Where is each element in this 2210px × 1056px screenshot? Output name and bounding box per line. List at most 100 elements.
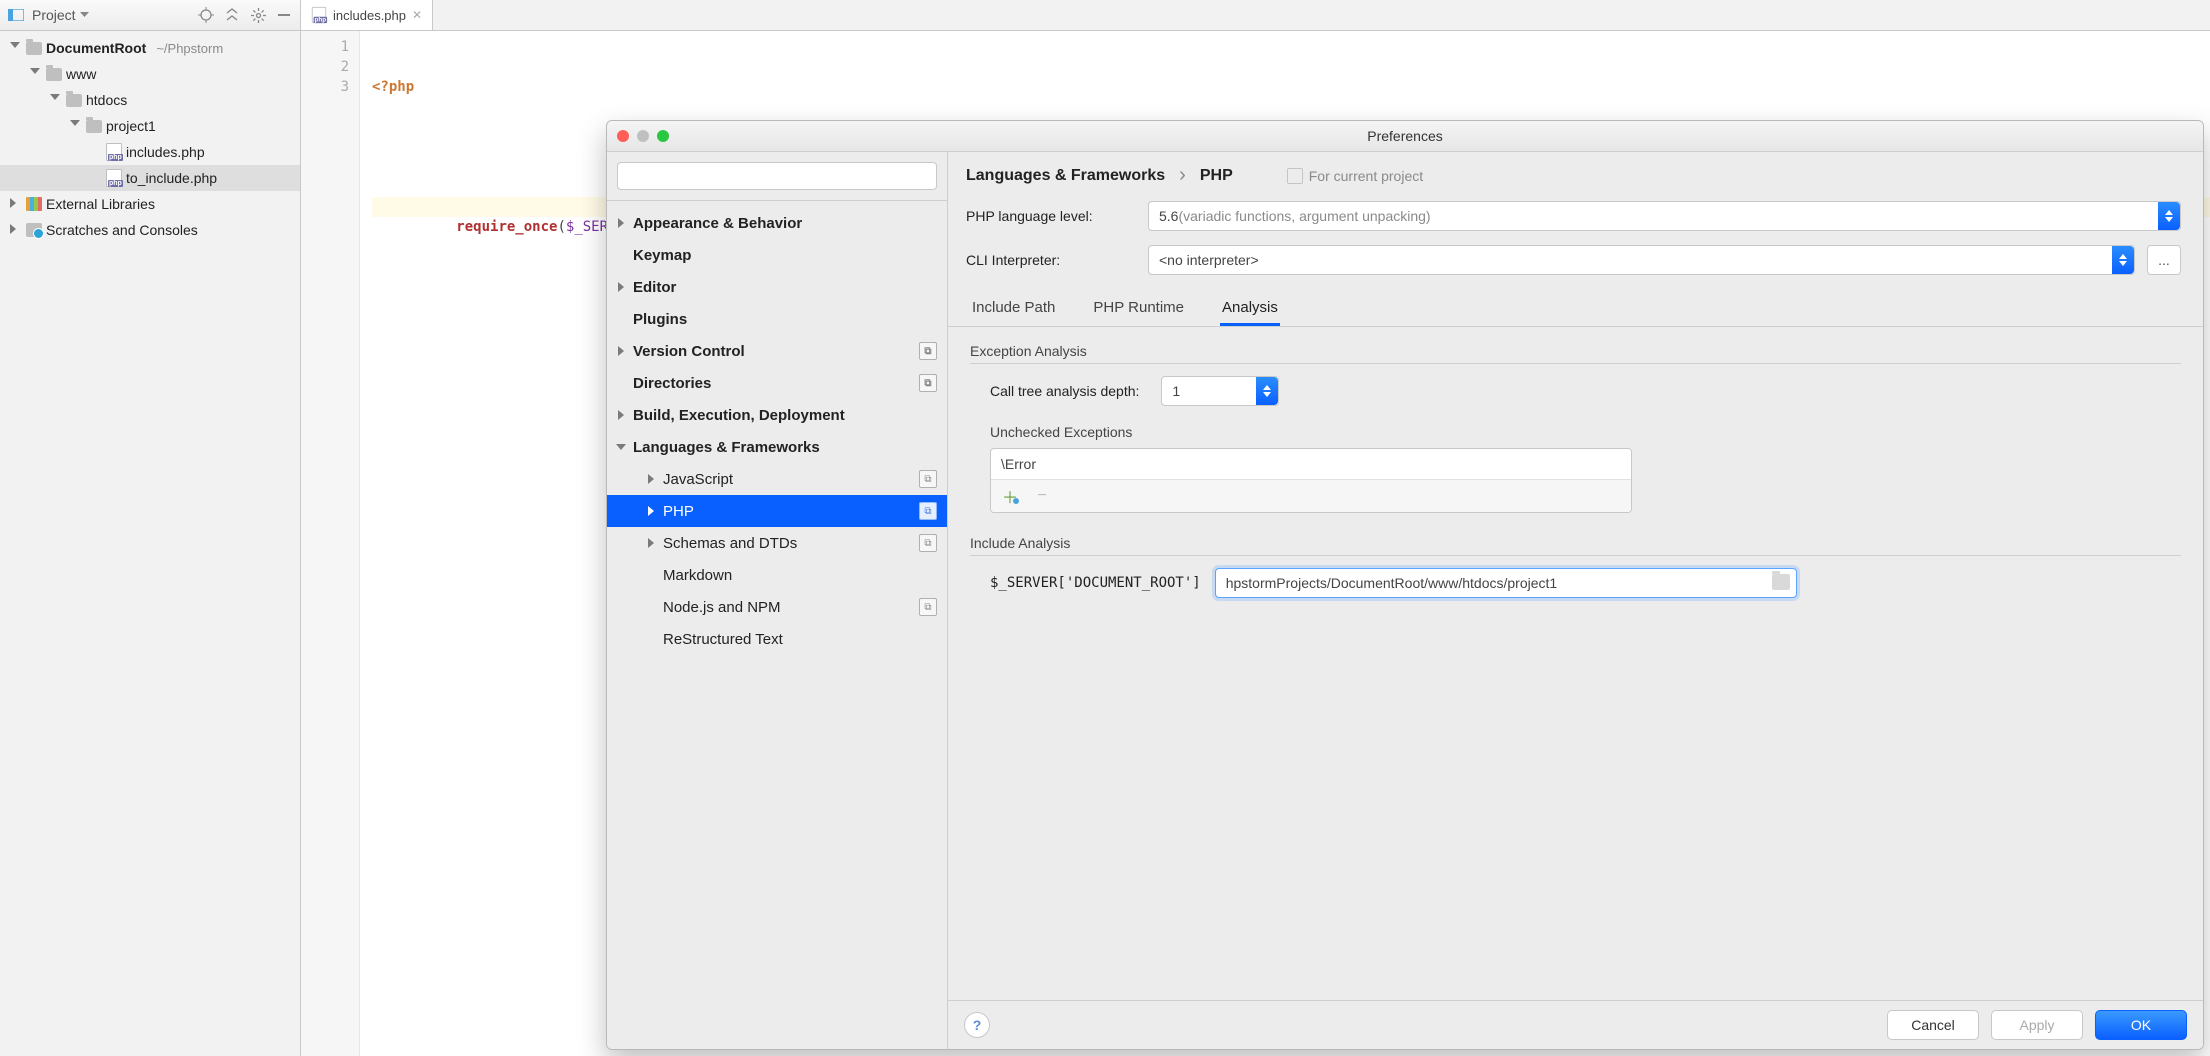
php-file-icon (312, 7, 326, 23)
editor-gutter: 1 2 3 (301, 31, 360, 1056)
preferences-search-input[interactable] (617, 162, 937, 190)
tab-php-runtime[interactable]: PHP Runtime (1091, 293, 1186, 326)
pref-label: Schemas and DTDs (663, 535, 797, 552)
chevron-right-icon[interactable] (615, 409, 627, 421)
tree-file-includes[interactable]: includes.php (0, 139, 300, 165)
chevron-right-icon[interactable] (645, 537, 657, 549)
cli-interpreter-row: CLI Interpreter: <no interpreter> ... (966, 245, 2181, 275)
editor-tab-includes[interactable]: includes.php ✕ (301, 0, 433, 30)
dialog-footer: ? Cancel Apply OK (948, 1000, 2203, 1049)
pref-label: Languages & Frameworks (633, 439, 820, 456)
tree-label: External Libraries (46, 196, 155, 212)
expand-icon[interactable] (10, 198, 22, 210)
select-stepper-icon[interactable] (2158, 202, 2180, 230)
pref-item-keymap[interactable]: Keymap (607, 239, 947, 271)
expand-icon[interactable] (50, 94, 62, 106)
preferences-sidebar: Appearance & Behavior Keymap Editor Plug… (607, 152, 948, 1049)
libraries-icon (26, 197, 42, 211)
section-exception-analysis: Exception Analysis (970, 343, 2181, 359)
pref-item-plugins[interactable]: Plugins (607, 303, 947, 335)
chevron-right-icon[interactable] (645, 505, 657, 517)
crumb-parent: Languages & Frameworks (966, 167, 1165, 185)
expand-icon[interactable] (30, 68, 42, 80)
pref-item-directories[interactable]: Directories⧉ (607, 367, 947, 399)
pref-label: Node.js and NPM (663, 599, 781, 616)
project-toolbar: Project (0, 0, 300, 31)
tree-label: project1 (106, 118, 156, 134)
call-tree-depth-row: Call tree analysis depth: 1 (990, 376, 2181, 406)
apply-button[interactable]: Apply (1991, 1010, 2083, 1040)
project-view-label[interactable]: Project (32, 7, 89, 23)
tree-project1[interactable]: project1 (0, 113, 300, 139)
preferences-content[interactable]: Exception Analysis Call tree analysis de… (948, 327, 2203, 1000)
project-scope-icon: ⧉ (919, 374, 937, 392)
locate-icon[interactable] (196, 5, 216, 25)
chevron-right-icon[interactable] (615, 217, 627, 229)
tree-scratches[interactable]: Scratches and Consoles (0, 217, 300, 243)
expand-icon[interactable] (10, 224, 22, 236)
pref-item-version-control[interactable]: Version Control⧉ (607, 335, 947, 367)
select-stepper-icon[interactable] (2112, 246, 2134, 274)
pref-item-editor[interactable]: Editor (607, 271, 947, 303)
pref-item-restructured-text[interactable]: ReStructured Text (607, 623, 947, 655)
help-button[interactable]: ? (964, 1012, 990, 1038)
field-label: CLI Interpreter: (966, 252, 1136, 268)
pref-label: Version Control (633, 343, 745, 360)
remove-icon[interactable] (1033, 487, 1051, 505)
project-view-text: Project (32, 7, 76, 23)
expand-icon[interactable] (10, 42, 22, 54)
chevron-right-icon[interactable] (645, 473, 657, 485)
dialog-titlebar[interactable]: Preferences (607, 121, 2203, 152)
pref-item-php[interactable]: PHP⧉ (607, 495, 947, 527)
pref-item-appearance[interactable]: Appearance & Behavior (607, 207, 947, 239)
pref-item-build[interactable]: Build, Execution, Deployment (607, 399, 947, 431)
help-label: ? (973, 1017, 982, 1033)
pref-item-nodejs[interactable]: Node.js and NPM⧉ (607, 591, 947, 623)
cli-interpreter-select[interactable]: <no interpreter> (1148, 245, 2135, 275)
pref-label: Appearance & Behavior (633, 215, 802, 232)
select-stepper-icon[interactable] (1256, 377, 1278, 405)
list-item[interactable]: \Error (991, 449, 1631, 480)
project-view-icon[interactable] (6, 5, 26, 25)
tree-www[interactable]: www (0, 61, 300, 87)
preferences-dialog: Preferences Appearance & Behavior Keymap… (606, 120, 2204, 1050)
pref-item-javascript[interactable]: JavaScript⧉ (607, 463, 947, 495)
tree-label: htdocs (86, 92, 127, 108)
cancel-button[interactable]: Cancel (1887, 1010, 1979, 1040)
chevron-right-icon[interactable] (615, 281, 627, 293)
tree-file-to-include[interactable]: to_include.php (0, 165, 300, 191)
add-icon[interactable] (1001, 487, 1019, 505)
ok-button[interactable]: OK (2095, 1010, 2187, 1040)
preferences-tree[interactable]: Appearance & Behavior Keymap Editor Plug… (607, 201, 947, 1049)
pref-item-languages-frameworks[interactable]: Languages & Frameworks (607, 431, 947, 463)
collapse-all-icon[interactable] (222, 5, 242, 25)
preferences-breadcrumb: Languages & Frameworks › PHP For current… (948, 152, 2203, 195)
cli-interpreter-more-button[interactable]: ... (2147, 245, 2181, 275)
hide-panel-icon[interactable] (274, 5, 294, 25)
button-label: Cancel (1911, 1017, 1955, 1033)
tab-analysis[interactable]: Analysis (1220, 293, 1280, 326)
pref-item-schemas[interactable]: Schemas and DTDs⧉ (607, 527, 947, 559)
tree-root[interactable]: DocumentRoot ~/Phpstorm (0, 35, 300, 61)
unchecked-exceptions-section: Unchecked Exceptions \Error (990, 424, 2181, 513)
pref-label: PHP (663, 503, 694, 520)
code-token: <?php (372, 79, 414, 95)
code-token: require_once (456, 219, 557, 235)
browse-folder-icon[interactable] (1772, 574, 1790, 590)
gutter-line: 2 (301, 57, 349, 77)
php-language-level-select[interactable]: 5.6 (variadic functions, argument unpack… (1148, 201, 2181, 231)
project-tree[interactable]: DocumentRoot ~/Phpstorm www htdocs proje… (0, 31, 300, 1056)
document-root-input[interactable]: hpstormProjects/DocumentRoot/www/htdocs/… (1215, 568, 1797, 598)
chevron-right-icon[interactable] (615, 345, 627, 357)
chevron-down-icon[interactable] (615, 441, 627, 453)
expand-icon[interactable] (70, 120, 82, 132)
pref-item-markdown[interactable]: Markdown (607, 559, 947, 591)
project-scope-icon: ⧉ (919, 470, 937, 488)
call-tree-depth-select[interactable]: 1 (1161, 376, 1279, 406)
tree-htdocs[interactable]: htdocs (0, 87, 300, 113)
unchecked-exceptions-list[interactable]: \Error (990, 448, 1632, 513)
close-icon[interactable]: ✕ (412, 8, 422, 22)
tree-external-libs[interactable]: External Libraries (0, 191, 300, 217)
gear-icon[interactable] (248, 5, 268, 25)
tab-include-path[interactable]: Include Path (970, 293, 1057, 326)
